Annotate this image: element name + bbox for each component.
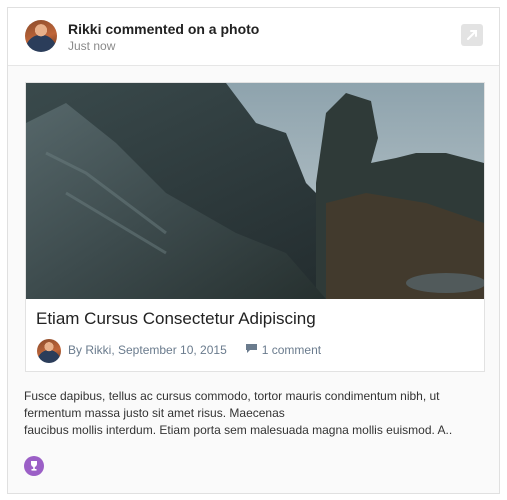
post-photo[interactable] [26,83,484,299]
comment-line: Fusce dapibus, tellus ac cursus commodo,… [24,389,440,403]
activity-title[interactable]: Rikki commented on a photo [68,21,259,37]
avatar[interactable] [25,20,57,52]
share-icon [467,30,477,40]
comment-count[interactable]: 1 comment [262,343,321,357]
card-header: Rikki commented on a photo Just now [8,8,499,66]
activity-card: Rikki commented on a photo Just now Etia… [7,7,500,494]
comment-line: faucibus mollis interdum. Etiam porta se… [24,423,453,437]
share-button[interactable] [461,24,483,46]
embedded-post[interactable]: Etiam Cursus Consectetur Adipiscing By R… [25,82,485,372]
comment-line: fermentum massa justo sit amet risus. Ma… [24,406,285,420]
post-meta: By Rikki, September 10, 2015 1 comment [68,343,321,357]
post-title[interactable]: Etiam Cursus Consectetur Adipiscing [36,309,316,329]
author-avatar[interactable] [37,339,61,363]
reaction-button[interactable] [24,456,44,476]
post-byline[interactable]: By Rikki, September 10, 2015 [68,343,227,357]
photo-image [26,83,484,299]
activity-time: Just now [68,39,116,53]
comment-body: Fusce dapibus, tellus ac cursus commodo,… [24,388,494,439]
trophy-icon [31,461,37,471]
comment-icon [245,343,258,357]
